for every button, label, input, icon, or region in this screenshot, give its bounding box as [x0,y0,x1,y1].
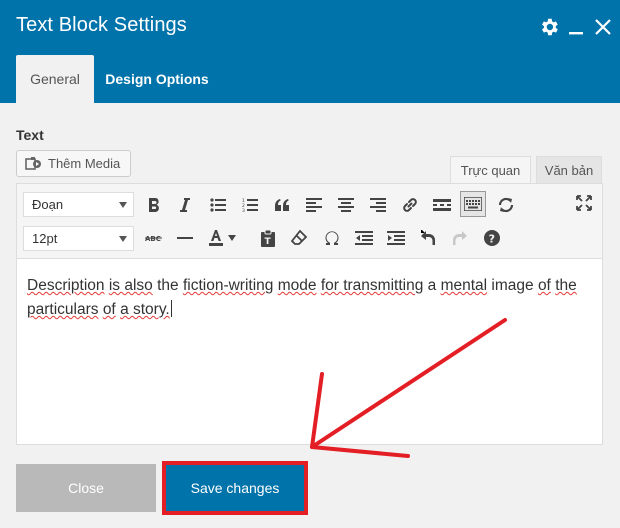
close-button[interactable]: Close [16,464,156,512]
editor-content[interactable]: Description is also the fiction-writing … [27,274,587,322]
clear-formatting-icon[interactable] [286,225,312,251]
svg-text:?: ? [489,233,495,246]
content-word: for transmitting [320,277,424,294]
content-word: mental [440,277,488,294]
text-field-label: Text [16,127,44,143]
format-select-value: Đoạn [32,197,64,212]
chevron-down-icon [119,236,127,242]
bold-icon[interactable] [141,192,167,218]
tab-text[interactable]: Văn bản [536,156,602,183]
text-cursor [170,300,172,317]
content-text: a [423,277,441,294]
read-more-icon[interactable] [429,192,455,218]
indent-icon[interactable] [383,225,409,251]
header-controls [535,14,616,40]
content-word: a story. [120,301,170,318]
add-media-label: Thêm Media [48,156,121,171]
content-text: image [487,277,538,294]
content-word: fiction-writing [182,277,274,294]
align-center-icon[interactable] [333,192,359,218]
chevron-down-icon[interactable] [225,225,239,251]
font-size-select[interactable]: 12pt [23,226,134,251]
content-word: of [537,277,551,294]
special-character-icon[interactable] [319,225,345,251]
format-select[interactable]: Đoạn [23,192,134,217]
bullet-list-icon[interactable] [205,192,231,218]
svg-text:3: 3 [242,208,245,212]
media-icon [25,155,43,173]
content-word: mode [277,277,317,294]
align-left-icon[interactable] [301,192,327,218]
chevron-down-icon [119,202,127,208]
strikethrough-icon[interactable]: ABC [141,225,167,251]
content-text: the [152,277,183,294]
add-media-button[interactable]: Thêm Media [16,150,131,177]
fullscreen-icon[interactable] [571,190,597,216]
save-changes-button[interactable]: Save changes [166,465,304,511]
content-word: Description [27,277,105,294]
italic-icon[interactable] [172,192,198,218]
rich-text-editor: Đoạn 123 12pt ABC T ? Description is als… [16,183,603,445]
horizontal-line-icon[interactable] [172,225,198,251]
help-icon[interactable]: ? [479,225,505,251]
gear-icon[interactable] [536,14,562,40]
blockquote-icon[interactable] [269,192,295,218]
content-word: is also [108,277,153,294]
tab-visual[interactable]: Trực quan [450,156,531,183]
minimize-icon[interactable] [563,14,589,40]
redo-icon[interactable] [447,225,473,251]
content-word: of [102,301,116,318]
paste-as-text-icon[interactable]: T [255,225,281,251]
close-icon[interactable] [590,14,616,40]
tab-design-options[interactable]: Design Options [96,55,218,103]
undo-icon[interactable] [415,225,441,251]
outdent-icon[interactable] [351,225,377,251]
tab-general[interactable]: General [16,55,94,103]
refresh-icon[interactable] [493,192,519,218]
font-size-select-value: 12pt [32,231,58,246]
editor-toolbar: Đoạn 123 12pt ABC T ? [17,184,602,259]
toolbar-toggle-icon[interactable] [460,191,486,217]
svg-text:T: T [265,237,272,247]
numbered-list-icon[interactable]: 123 [237,192,263,218]
align-right-icon[interactable] [365,192,391,218]
link-icon[interactable] [397,192,423,218]
svg-text:ABC: ABC [145,235,161,243]
dialog-title: Text Block Settings [16,14,187,36]
